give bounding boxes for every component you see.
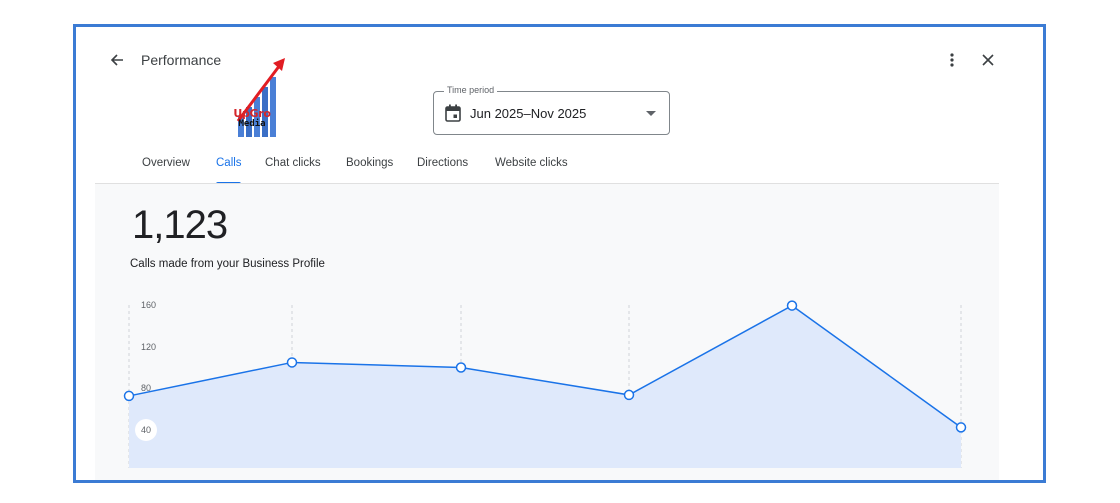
data-point-aug-2025 [455,362,467,373]
y-tick-label-160: 160 [141,300,156,310]
performance-dialog: Performance UpGro Media Time period Jun … [73,24,1046,483]
calls-area-chart: 160 120 80 40 [123,300,967,468]
data-point-oct-2025 [786,300,798,311]
data-point-nov-2025 [955,422,967,433]
data-point-sep-2025 [623,389,635,401]
data-point-jun-2025 [123,390,135,402]
y-tick-label-80: 80 [141,383,151,393]
y-tick-label-40: 40 [141,425,151,435]
data-point-jul-2025 [286,357,298,368]
y-tick-label-120: 120 [141,342,156,352]
calls-area-fill [129,305,961,468]
